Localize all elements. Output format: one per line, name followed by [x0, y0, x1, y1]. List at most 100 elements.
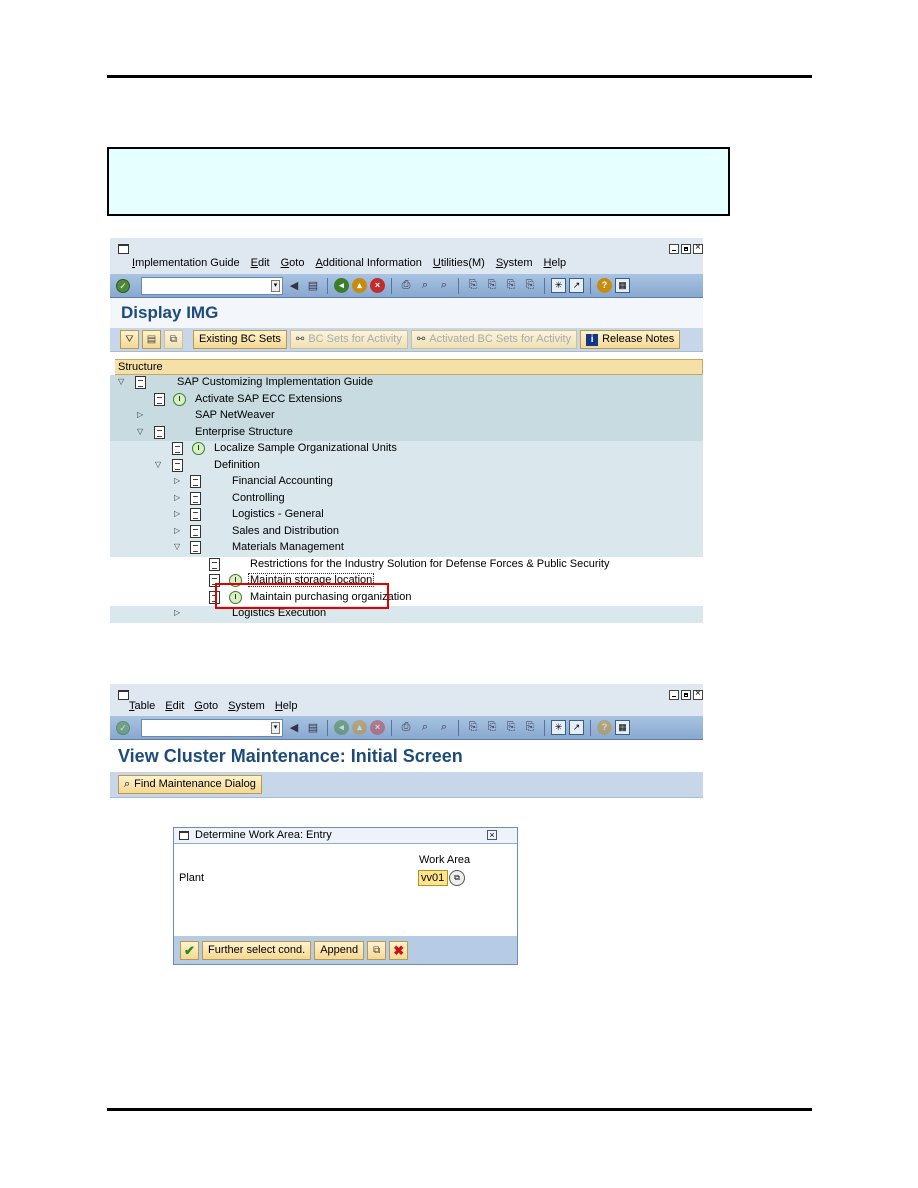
- find-maintenance-dialog-button[interactable]: ⌕ Find Maintenance Dialog: [118, 775, 262, 794]
- help-icon[interactable]: ?: [597, 720, 612, 735]
- menu-edit[interactable]: Edit: [251, 257, 270, 269]
- next-page-icon[interactable]: ⎘: [503, 720, 519, 736]
- tree-node[interactable]: ▽ Materials Management: [110, 540, 703, 557]
- window-menu-icon[interactable]: [118, 244, 129, 254]
- collapsed-triangle-icon[interactable]: ▷: [174, 526, 180, 535]
- document-node-icon[interactable]: [190, 541, 201, 554]
- document-node-icon[interactable]: [190, 475, 201, 488]
- expanded-triangle-icon[interactable]: ▽: [174, 542, 180, 551]
- back-arrow-icon[interactable]: ◀: [286, 720, 302, 736]
- menu-system[interactable]: System: [496, 257, 533, 269]
- tree-node-label[interactable]: Enterprise Structure: [195, 426, 293, 438]
- tree-node[interactable]: ▷ Controlling: [110, 490, 703, 507]
- create-session-icon[interactable]: ✳: [551, 278, 566, 293]
- command-field[interactable]: ▾: [141, 276, 283, 295]
- menu-help[interactable]: Help: [544, 257, 567, 269]
- document-node-icon[interactable]: [190, 491, 201, 505]
- tree-node-label[interactable]: SAP Customizing Implementation Guide: [177, 376, 373, 388]
- find-next-icon[interactable]: ⌕: [436, 278, 452, 294]
- append-button[interactable]: Append: [314, 940, 365, 960]
- menu-goto[interactable]: Goto: [281, 257, 305, 269]
- minimize-icon[interactable]: [669, 244, 679, 254]
- next-page-icon[interactable]: ⎘: [503, 278, 519, 294]
- execute-clock-icon[interactable]: [173, 392, 186, 406]
- tree-node[interactable]: Maintain purchasing organization: [110, 589, 703, 606]
- filter-icon[interactable]: ⛛: [120, 330, 139, 349]
- create-session-icon[interactable]: ✳: [551, 720, 566, 735]
- activated-bc-sets-button[interactable]: ⚯ Activated BC Sets for Activity: [410, 330, 578, 349]
- tree-node-label[interactable]: Sales and Distribution: [232, 525, 339, 537]
- expanded-triangle-icon[interactable]: ▽: [155, 460, 161, 469]
- find-icon[interactable]: ⌕: [417, 278, 433, 294]
- document-node-icon[interactable]: [172, 442, 183, 455]
- collapsed-triangle-icon[interactable]: ▷: [174, 509, 180, 518]
- tree-node-label[interactable]: Logistics - General: [232, 508, 324, 520]
- new-entries-button[interactable]: ⧉: [367, 940, 387, 960]
- maximize-icon[interactable]: [681, 244, 691, 254]
- tree-node[interactable]: ▷ SAP NetWeaver: [110, 408, 703, 425]
- tree-node-label[interactable]: Restrictions for the Industry Solution f…: [250, 558, 610, 570]
- enter-icon[interactable]: ✓: [116, 720, 130, 735]
- tree-node[interactable]: ▷ Logistics Execution: [110, 606, 703, 623]
- find-icon[interactable]: ⌕: [417, 720, 433, 736]
- tree-node-label[interactable]: Localize Sample Organizational Units: [214, 442, 397, 454]
- menu-system[interactable]: System: [228, 700, 265, 712]
- tree-node[interactable]: ▽ Enterprise Structure: [110, 424, 703, 441]
- expanded-triangle-icon[interactable]: ▽: [137, 427, 143, 436]
- tree-node[interactable]: Localize Sample Organizational Units: [110, 441, 703, 458]
- collapsed-triangle-icon[interactable]: ▷: [174, 493, 180, 502]
- document-node-icon[interactable]: [154, 392, 165, 406]
- menu-help[interactable]: Help: [275, 700, 298, 712]
- plant-input[interactable]: [418, 870, 448, 886]
- close-icon[interactable]: [693, 688, 703, 700]
- command-input[interactable]: [142, 719, 268, 736]
- last-page-icon[interactable]: ⎘: [522, 720, 538, 736]
- window-menu-icon[interactable]: [118, 690, 129, 700]
- menu-table[interactable]: Table: [129, 700, 155, 712]
- last-page-icon[interactable]: ⎘: [522, 278, 538, 294]
- back-arrow-icon[interactable]: ◀: [286, 278, 302, 294]
- command-field[interactable]: ▾: [141, 718, 283, 737]
- tree-node[interactable]: ▽ Definition: [110, 457, 703, 474]
- menu-implementation-guide[interactable]: Implementation Guide: [132, 257, 240, 269]
- previous-page-icon[interactable]: ⎘: [484, 278, 500, 294]
- tree-node-selected[interactable]: Maintain storage location: [110, 573, 703, 590]
- tree-node[interactable]: ▽ SAP Customizing Implementation Guide: [110, 375, 703, 392]
- menu-goto[interactable]: Goto: [194, 700, 218, 712]
- cancel-button[interactable]: ✖: [389, 940, 409, 960]
- value-help-icon[interactable]: ⧉: [449, 870, 465, 886]
- dialog-close-icon[interactable]: ×: [487, 830, 497, 840]
- maximize-icon[interactable]: [681, 690, 691, 700]
- tree-node-label[interactable]: Financial Accounting: [232, 475, 333, 487]
- back-icon[interactable]: ◂: [334, 278, 349, 293]
- document-node-icon[interactable]: [172, 458, 183, 472]
- shortcut-icon[interactable]: ↗: [569, 278, 584, 293]
- find-next-icon[interactable]: ⌕: [436, 720, 452, 736]
- existing-bc-sets-button[interactable]: Existing BC Sets: [193, 330, 287, 349]
- save-icon[interactable]: ▤: [305, 278, 321, 294]
- help-icon[interactable]: ?: [597, 278, 612, 293]
- command-input[interactable]: [142, 277, 268, 294]
- shortcut-icon[interactable]: ↗: [569, 720, 584, 735]
- tree-node-label[interactable]: Definition: [214, 459, 260, 471]
- layout-menu-icon[interactable]: ▦: [615, 720, 630, 735]
- tree-node[interactable]: ▷ Logistics - General: [110, 507, 703, 524]
- save-icon[interactable]: ▤: [305, 720, 321, 736]
- print-icon[interactable]: ⎙: [398, 278, 414, 294]
- exit-icon[interactable]: ▴: [352, 278, 367, 293]
- first-page-icon[interactable]: ⎘: [465, 278, 481, 294]
- execute-clock-icon[interactable]: [192, 442, 205, 455]
- continue-button[interactable]: ✔: [180, 940, 199, 960]
- enter-icon[interactable]: ✓: [116, 278, 130, 293]
- menu-additional-information[interactable]: Additional Information: [315, 257, 421, 269]
- document-node-icon[interactable]: [209, 557, 220, 571]
- tree-node-label[interactable]: SAP NetWeaver: [195, 409, 275, 421]
- print-icon[interactable]: ⎙: [398, 720, 414, 736]
- first-page-icon[interactable]: ⎘: [465, 720, 481, 736]
- tree-node[interactable]: ▷ Financial Accounting: [110, 474, 703, 491]
- document-node-icon[interactable]: [190, 508, 201, 521]
- bc-sets-for-activity-button[interactable]: ⚯ BC Sets for Activity: [289, 330, 408, 349]
- tree-node-label[interactable]: Activate SAP ECC Extensions: [195, 393, 342, 405]
- document-node-icon[interactable]: [154, 425, 165, 439]
- copy-icon[interactable]: ⧉: [164, 330, 183, 349]
